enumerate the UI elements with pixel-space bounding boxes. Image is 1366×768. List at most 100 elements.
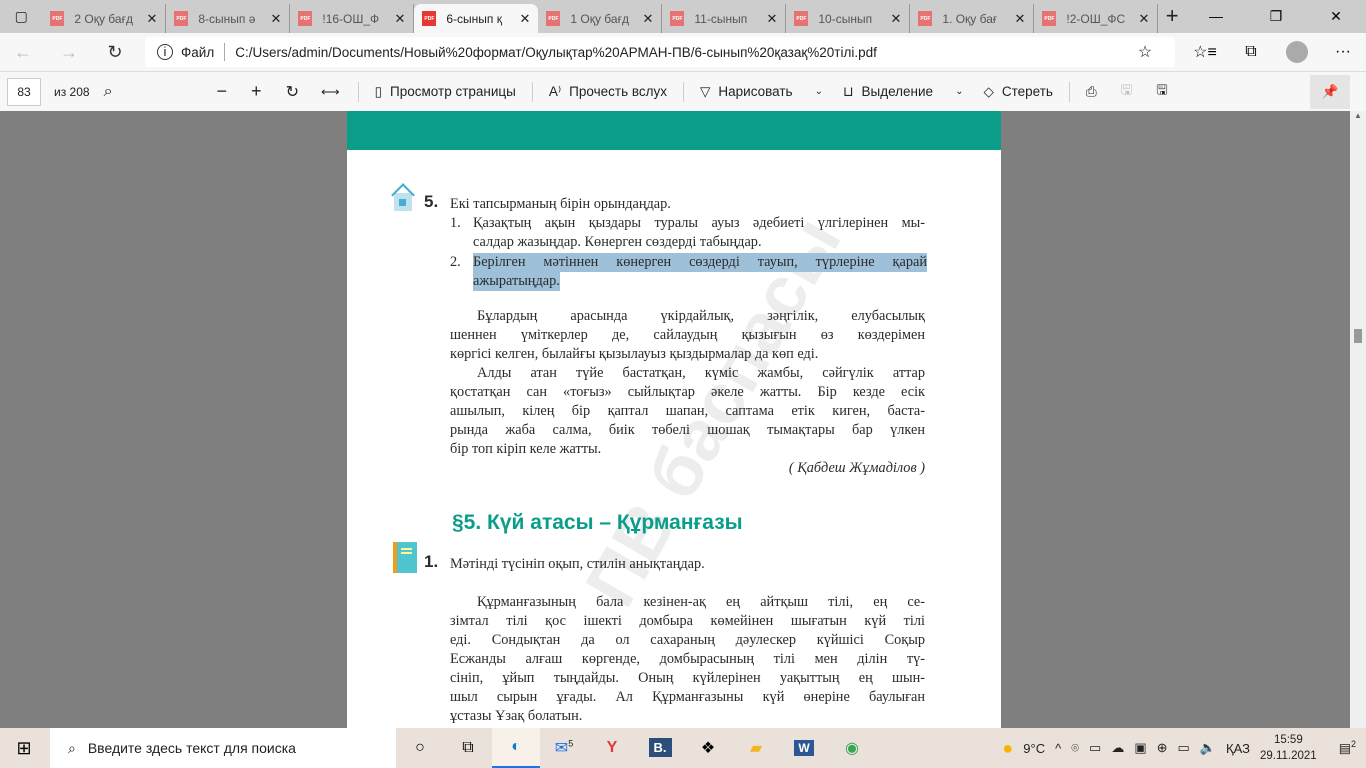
tab-actions-icon[interactable]: ▢ [0, 0, 42, 33]
mail-icon[interactable]: ✉5 [540, 738, 588, 758]
page-number-input[interactable]: 83 [7, 77, 41, 106]
tab-title: !2-ОШ_ФС [1066, 11, 1126, 26]
fit-width-icon[interactable]: ⟷ [321, 84, 340, 100]
browser-tab[interactable]: PDF 1 Оқу бағд ✕ [538, 4, 663, 33]
paragraph-line: ұстазы Ұзақ болатын. [450, 708, 583, 724]
close-tab-icon[interactable]: ✕ [1014, 11, 1025, 27]
pin-toolbar-button[interactable]: 📌 [1310, 75, 1350, 109]
paragraph-line: Құрманғазының бала кезінен-ақ ең айтқыш … [477, 594, 925, 610]
section-heading: §5. Күй атасы – Құрманғазы [452, 511, 743, 534]
browser-tab[interactable]: PDF 6-сынып қ ✕ [414, 4, 539, 33]
chrome-icon[interactable]: ◉ [828, 738, 876, 758]
save-icon[interactable]: 🖫 [1121, 80, 1133, 103]
close-tab-icon[interactable]: ✕ [394, 11, 405, 27]
search-icon: ⌕ [68, 739, 76, 756]
show-hidden-icons[interactable]: ^ [1055, 741, 1061, 756]
dropbox-icon[interactable]: ❖ [684, 738, 732, 758]
onedrive-icon[interactable]: ☁ [1111, 740, 1124, 756]
erase-button[interactable]: ◇ Стереть [973, 84, 1062, 100]
chevron-down-icon: ⌄ [814, 86, 823, 97]
volume-icon[interactable]: 🔈 [1200, 740, 1216, 756]
hotspot-icon[interactable]: ⌾ [1071, 740, 1079, 756]
close-tab-icon[interactable]: ✕ [1138, 11, 1149, 27]
restore-button[interactable]: ❐ [1246, 0, 1306, 33]
tab-title: 8-сынып ә [198, 11, 256, 26]
zoom-in-button[interactable]: + [251, 81, 262, 102]
app-tray-icon[interactable]: ▣ [1134, 740, 1146, 756]
new-tab-button[interactable]: + [1158, 0, 1186, 33]
yandex-icon[interactable]: Y [588, 739, 636, 757]
paragraph-line: рында жаба салма, биік төбелі шошақ тыма… [450, 422, 925, 438]
paragraph-line: көргісі келген, былайғы қызылауыз қыздыр… [450, 346, 819, 362]
browser-tab[interactable]: PDF !16-ОШ_Ф ✕ [290, 4, 415, 33]
weather-temp[interactable]: 9°C [1023, 741, 1045, 756]
task-title: Екі тапсырманың бірін орындаңдар. [450, 196, 671, 212]
selected-text[interactable]: Берілген мәтіннен көнерген сөздерді тауы… [473, 253, 927, 272]
browser-tab[interactable]: PDF 10-сынып ✕ [786, 4, 911, 33]
back-button[interactable]: ← [0, 42, 46, 63]
browser-tab[interactable]: PDF 2 Оқу бағд ✕ [42, 4, 167, 33]
browser-tab[interactable]: PDF 8-сынып ә ✕ [166, 4, 291, 33]
search-icon[interactable]: ⌕ [104, 83, 113, 101]
close-tab-icon[interactable]: ✕ [146, 11, 157, 27]
print-icon[interactable]: ⎙ [1086, 84, 1097, 100]
browser-tab[interactable]: PDF !2-ОШ_ФС ✕ [1034, 4, 1159, 33]
address-input[interactable]: i Файл C:/Users/admin/Documents/Новый%20… [145, 37, 1175, 67]
windows-start-icon[interactable]: ⊞ [0, 738, 48, 759]
taskbar: ⊞ ⌕ Введите здесь текст для поиска ○ ⧉ ◐ … [0, 728, 1366, 768]
clock[interactable]: 15:59 29.11.2021 [1260, 732, 1317, 764]
close-window-button[interactable]: ✕ [1306, 0, 1366, 33]
add-favorite-icon[interactable]: ☆ [1122, 42, 1168, 62]
favorites-icon[interactable]: ☆≡ [1182, 42, 1228, 62]
language-indicator[interactable]: ҚАЗ [1226, 741, 1250, 756]
read-aloud-button[interactable]: A⁾ Прочесть вслух [539, 84, 677, 100]
url-text[interactable]: C:/Users/admin/Documents/Новый%20формат/… [235, 45, 877, 60]
rotate-icon[interactable]: ↻ [286, 82, 299, 102]
battery-icon[interactable]: ▭ [1178, 740, 1190, 756]
avatar[interactable] [1286, 41, 1308, 63]
reading-task-icon [393, 542, 417, 573]
browser-tab[interactable]: PDF 11-сынып ✕ [662, 4, 787, 33]
close-tab-icon[interactable]: ✕ [519, 11, 530, 27]
divider [224, 43, 226, 61]
file-explorer-icon[interactable]: ▰ [732, 738, 780, 758]
home-task-icon [390, 183, 416, 213]
pdf-page: ПВ баспасы 5. Екі тапсырманың бірін орын… [347, 111, 1001, 728]
zoom-out-button[interactable]: − [217, 81, 228, 102]
pdf-icon: PDF [918, 11, 933, 26]
close-tab-icon[interactable]: ✕ [890, 11, 901, 27]
save-as-icon[interactable]: 🖫 [1156, 80, 1168, 103]
meet-icon[interactable]: ▭ [1089, 740, 1101, 756]
edge-icon[interactable]: ◐ [492, 728, 540, 768]
address-bar-row: ← → ↻ i Файл C:/Users/admin/Documents/Но… [0, 33, 1366, 71]
paragraph-line: бір топ кіріп келе жатты. [450, 441, 602, 457]
tab-title: 10-сынып [818, 11, 873, 26]
minimize-button[interactable]: — [1186, 0, 1246, 33]
cortana-icon[interactable]: ○ [396, 739, 444, 757]
close-tab-icon[interactable]: ✕ [270, 11, 281, 27]
page-view-button[interactable]: ▯ Просмотр страницы [365, 84, 526, 100]
vertical-scrollbar[interactable]: ▲ [1350, 111, 1366, 728]
word-icon[interactable]: W [780, 739, 828, 757]
info-icon[interactable]: i [157, 44, 173, 60]
vk-icon[interactable]: B. [636, 738, 684, 757]
task-view-icon[interactable]: ⧉ [444, 739, 492, 757]
selected-text[interactable]: ажыратыңдар. [473, 272, 560, 291]
close-tab-icon[interactable]: ✕ [766, 11, 777, 27]
draw-button[interactable]: ▽ Нарисовать ⌄ [690, 84, 833, 100]
forward-button[interactable]: → [46, 42, 92, 63]
more-menu-icon[interactable]: ··· [1320, 43, 1366, 61]
scrollbar-thumb[interactable] [1354, 329, 1362, 343]
page-count: из 208 [54, 84, 90, 99]
notifications-icon[interactable]: ▤2 [1339, 739, 1356, 756]
subtask-text: Қазақтың ақын қыздары туралы ауыз әдебие… [473, 215, 925, 231]
weather-icon[interactable]: ● [1002, 738, 1013, 759]
pdf-viewport: ПВ баспасы 5. Екі тапсырманың бірін орын… [0, 111, 1350, 728]
highlight-button[interactable]: ⊔ Выделение ⌄ [833, 84, 973, 100]
taskbar-search-input[interactable]: ⌕ Введите здесь текст для поиска [50, 728, 396, 768]
network-icon[interactable]: ⊕ [1157, 740, 1168, 756]
refresh-button[interactable]: ↻ [92, 42, 138, 63]
collections-icon[interactable]: ⧉ [1228, 43, 1274, 61]
browser-tab[interactable]: PDF 1. Оқу бағ ✕ [910, 4, 1035, 33]
close-tab-icon[interactable]: ✕ [642, 11, 653, 27]
